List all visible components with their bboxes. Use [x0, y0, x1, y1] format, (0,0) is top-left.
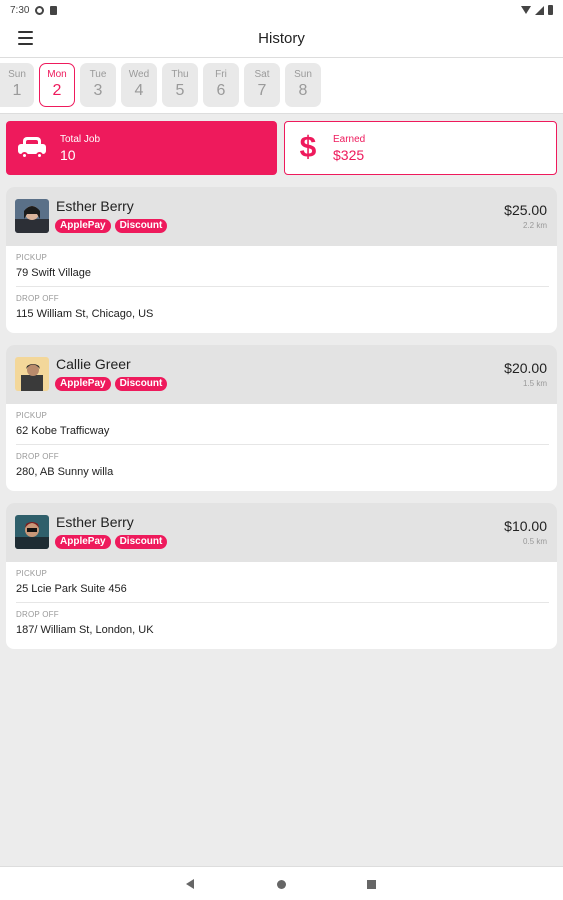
- pickup-section: PICKUP 25 Lcie Park Suite 456: [16, 569, 547, 595]
- day-name: Sat: [254, 69, 270, 80]
- pickup-label: PICKUP: [16, 569, 47, 578]
- app-bar: History: [0, 20, 563, 58]
- day-date: 6: [216, 82, 226, 99]
- status-bar: 7:30: [0, 0, 563, 20]
- day-name: Sun: [8, 69, 26, 80]
- ride-price: $25.00: [504, 202, 547, 218]
- day-name: Sun: [294, 69, 312, 80]
- pickup-label: PICKUP: [16, 411, 47, 420]
- battery-icon: [548, 5, 553, 15]
- day-date: 4: [134, 82, 144, 99]
- avatar: [15, 199, 49, 233]
- ride-distance: 0.5 km: [522, 537, 547, 546]
- dropoff-label: DROP OFF: [16, 294, 59, 303]
- home-icon[interactable]: [277, 880, 286, 889]
- car-icon: [18, 137, 46, 159]
- payment-badge: ApplePay: [55, 535, 111, 549]
- day-name: Mon: [47, 69, 67, 80]
- total-job-label: Total Job: [60, 133, 101, 145]
- dropoff-label: DROP OFF: [16, 452, 59, 461]
- dropoff-label: DROP OFF: [16, 610, 59, 619]
- day-item[interactable]: Tue 3: [80, 63, 116, 107]
- day-date: 1: [12, 82, 22, 99]
- day-date: 8: [298, 82, 308, 99]
- ride-card-header: Esther Berry ApplePay Discount $10.00 0.…: [6, 503, 557, 562]
- day-date: 3: [93, 82, 103, 99]
- dropoff-address: 187/ William St, London, UK: [16, 624, 154, 636]
- ride-card-header: Esther Berry ApplePay Discount $25.00 2.…: [6, 187, 557, 246]
- ride-card[interactable]: Esther Berry ApplePay Discount $25.00 2.…: [6, 187, 557, 333]
- pickup-address: 62 Kobe Trafficway: [16, 425, 110, 437]
- pickup-section: PICKUP 79 Swift Village: [16, 253, 547, 279]
- day-item[interactable]: Sun 8: [285, 63, 321, 107]
- dollar-icon: $: [299, 131, 317, 164]
- menu-icon[interactable]: [18, 31, 33, 45]
- driver-name: Esther Berry: [56, 514, 134, 530]
- dropoff-section: DROP OFF 115 William St, Chicago, US: [16, 294, 547, 320]
- page-title: History: [258, 30, 305, 47]
- back-icon[interactable]: [186, 879, 194, 889]
- wifi-icon: [521, 6, 531, 14]
- recents-icon[interactable]: [367, 880, 376, 889]
- total-job-value: 10: [60, 146, 76, 163]
- ride-price: $20.00: [504, 360, 547, 376]
- day-selector: Sun 1 Mon 2 Tue 3 Wed 4 Thu 5 Fri 6 Sat …: [0, 58, 563, 114]
- avatar: [15, 515, 49, 549]
- day-date: 5: [175, 82, 185, 99]
- day-name: Wed: [128, 69, 150, 80]
- day-name: Fri: [215, 69, 227, 80]
- settings-icon: [35, 5, 45, 15]
- discount-badge: Discount: [114, 377, 168, 391]
- ride-distance: 1.5 km: [522, 379, 547, 388]
- ride-distance: 2.2 km: [522, 221, 547, 230]
- pickup-label: PICKUP: [16, 253, 47, 262]
- driver-name: Callie Greer: [56, 356, 131, 372]
- day-item-selected[interactable]: Mon 2: [39, 63, 75, 107]
- day-item[interactable]: Sun 1: [0, 63, 34, 107]
- system-nav-bar: [0, 866, 563, 900]
- dropoff-address: 115 William St, Chicago, US: [16, 308, 154, 320]
- earned-value: $325: [333, 146, 365, 163]
- signal-icon: [535, 5, 544, 15]
- pickup-address: 79 Swift Village: [16, 267, 92, 279]
- day-item[interactable]: Thu 5: [162, 63, 198, 107]
- day-name: Thu: [171, 69, 189, 80]
- driver-name: Esther Berry: [56, 198, 134, 214]
- summary-row: Total Job 10 $ Earned $325: [6, 121, 557, 175]
- day-item[interactable]: Wed 4: [121, 63, 157, 107]
- sdcard-icon: [50, 5, 58, 15]
- pickup-address: 25 Lcie Park Suite 456: [16, 583, 127, 595]
- day-item[interactable]: Sat 7: [244, 63, 280, 107]
- divider: [16, 602, 549, 603]
- ride-card[interactable]: Esther Berry ApplePay Discount $10.00 0.…: [6, 503, 557, 649]
- dropoff-address: 280, AB Sunny willa: [16, 466, 114, 478]
- discount-badge: Discount: [114, 535, 168, 549]
- discount-badge: Discount: [114, 219, 168, 233]
- pickup-section: PICKUP 62 Kobe Trafficway: [16, 411, 547, 437]
- earned-label: Earned: [333, 133, 366, 145]
- day-date: 2: [52, 82, 62, 99]
- divider: [16, 286, 549, 287]
- day-item[interactable]: Fri 6: [203, 63, 239, 107]
- status-time: 7:30: [10, 4, 30, 16]
- earned-card: $ Earned $325: [284, 121, 557, 175]
- ride-card[interactable]: Callie Greer ApplePay Discount $20.00 1.…: [6, 345, 557, 491]
- total-job-card: Total Job 10: [6, 121, 277, 175]
- divider: [16, 444, 549, 445]
- day-name: Tue: [89, 69, 107, 80]
- payment-badge: ApplePay: [55, 377, 111, 391]
- avatar: [15, 357, 49, 391]
- day-date: 7: [257, 82, 267, 99]
- payment-badge: ApplePay: [55, 219, 111, 233]
- dropoff-section: DROP OFF 187/ William St, London, UK: [16, 610, 547, 636]
- ride-price: $10.00: [504, 518, 547, 534]
- dropoff-section: DROP OFF 280, AB Sunny willa: [16, 452, 547, 478]
- ride-card-header: Callie Greer ApplePay Discount $20.00 1.…: [6, 345, 557, 404]
